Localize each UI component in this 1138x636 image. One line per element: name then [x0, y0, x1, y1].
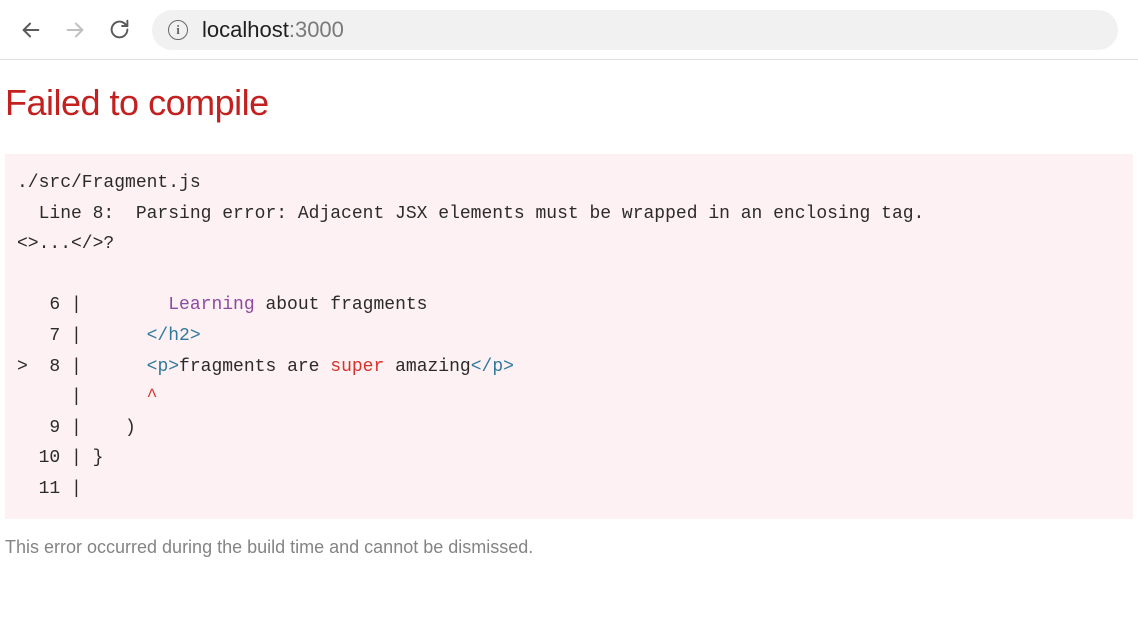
url-host: localhost [202, 17, 289, 42]
code-line-10: 10 | } [17, 443, 1121, 474]
nav-button-group [20, 19, 130, 41]
page-content: Failed to compile ./src/Fragment.js Line… [0, 60, 1138, 558]
reload-icon[interactable] [108, 19, 130, 41]
url-port: :3000 [289, 17, 344, 42]
blank-line [17, 260, 1121, 291]
url-text: localhost:3000 [202, 17, 344, 43]
error-title: Failed to compile [5, 82, 1133, 124]
address-bar[interactable]: i localhost:3000 [152, 10, 1118, 50]
code-line-caret: | ^ [17, 382, 1121, 413]
error-code-block: ./src/Fragment.js Line 8: Parsing error:… [5, 154, 1133, 519]
error-file-path: ./src/Fragment.js [17, 168, 1121, 199]
error-message-line-1: Line 8: Parsing error: Adjacent JSX elem… [17, 199, 1121, 230]
back-icon[interactable] [20, 19, 42, 41]
info-icon[interactable]: i [168, 20, 188, 40]
code-line-6: 6 | Learning about fragments [17, 290, 1121, 321]
forward-icon[interactable] [64, 19, 86, 41]
error-message-line-2: <>...</>? [17, 229, 1121, 260]
code-line-11: 11 | [17, 474, 1121, 505]
error-footer-text: This error occurred during the build tim… [5, 537, 1133, 558]
browser-navigation-bar: i localhost:3000 [0, 0, 1138, 60]
code-line-7: 7 | </h2> [17, 321, 1121, 352]
code-line-8: > 8 | <p>fragments are super amazing</p> [17, 352, 1121, 383]
code-line-9: 9 | ) [17, 413, 1121, 444]
